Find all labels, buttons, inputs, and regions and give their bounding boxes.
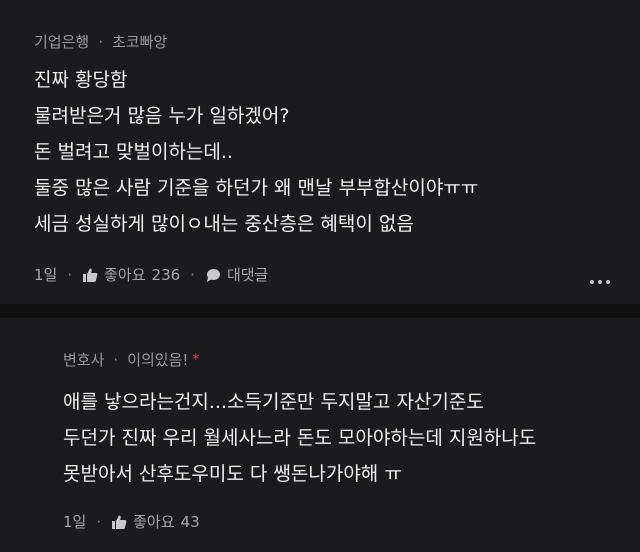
more-dot [606, 280, 610, 284]
speech-bubble-icon [206, 268, 220, 282]
comment-author[interactable]: 기업은행 · 초코빠앙 [34, 31, 167, 52]
comment-time: 1일 [63, 513, 87, 531]
comment-line: 진짜 황당함 [34, 69, 128, 91]
reply-button[interactable]: 대댓글 [205, 264, 268, 285]
comment-line: 애를 낳으라는건지...소득기준만 두지말고 자산기준도 [63, 391, 484, 413]
comment-line: 못받아서 산후도우미도 다 쌩돈나가야해 ㅠ [63, 463, 402, 485]
author-company: 변호사 [63, 351, 105, 369]
more-dot [598, 280, 602, 284]
meta-separator: · [67, 265, 73, 284]
reply-label: 대댓글 [226, 266, 269, 284]
comment-body: 진짜 황당함 물려받은거 많음 누가 일하겠어? 돈 벌려고 맞벌이하는데.. … [34, 62, 478, 242]
comment-author[interactable]: 변호사 · 이의있음! * [63, 349, 199, 370]
author-username: 초코빠앙 [111, 33, 168, 51]
more-dots-icon[interactable] [590, 280, 610, 284]
author-company: 기업은행 [34, 33, 90, 51]
author-username: 이의있음! [127, 351, 189, 369]
comment-line: 두던가 진짜 우리 월세사느라 돈도 모아야하는데 지원하나도 [63, 427, 537, 449]
like-count: 43 [180, 512, 200, 531]
reply-card: 변호사 · 이의있음! * 애를 낳으라는건지...소득기준만 두지말고 자산기… [0, 318, 640, 552]
comment-line: 돈 벌려고 맞벌이하는데.. [34, 141, 233, 163]
comment-line: 둘중 많은 사람 기준을 하던가 왜 맨날 부부합산이야ㅠㅠ [34, 177, 479, 199]
comment-body: 애를 낳으라는건지...소득기준만 두지말고 자산기준도 두던가 진짜 우리 월… [63, 384, 536, 492]
meta-separator: · [190, 265, 195, 284]
comment-actions: 1일 · 좋아요 236 · 대댓글 [34, 264, 268, 285]
like-label: 좋아요 [133, 513, 175, 531]
comment-line: 세금 성실하게 많이ㅇ내는 중산층은 혜택이 없음 [34, 213, 414, 235]
comment-divider [0, 304, 640, 318]
meta-separator: · [98, 32, 103, 51]
comment-line: 물려받은거 많음 누가 일하겠어? [34, 105, 290, 127]
like-button[interactable]: 좋아요 43 [111, 511, 200, 532]
meta-separator: · [113, 350, 119, 369]
like-button[interactable]: 좋아요 236 [82, 264, 180, 285]
thumbs-up-icon [83, 268, 98, 282]
comment-actions: 1일 · 좋아요 43 [63, 511, 200, 532]
more-dot [590, 280, 594, 284]
comment-card: 기업은행 · 초코빠앙 진짜 황당함 물려받은거 많음 누가 일하겠어? 돈 벌… [0, 0, 640, 304]
meta-separator: · [96, 512, 102, 531]
author-badge: * [192, 351, 200, 368]
comment-time: 1일 [34, 266, 58, 284]
thumbs-up-icon [112, 515, 127, 529]
like-count: 236 [151, 265, 181, 284]
like-label: 좋아요 [104, 266, 146, 284]
